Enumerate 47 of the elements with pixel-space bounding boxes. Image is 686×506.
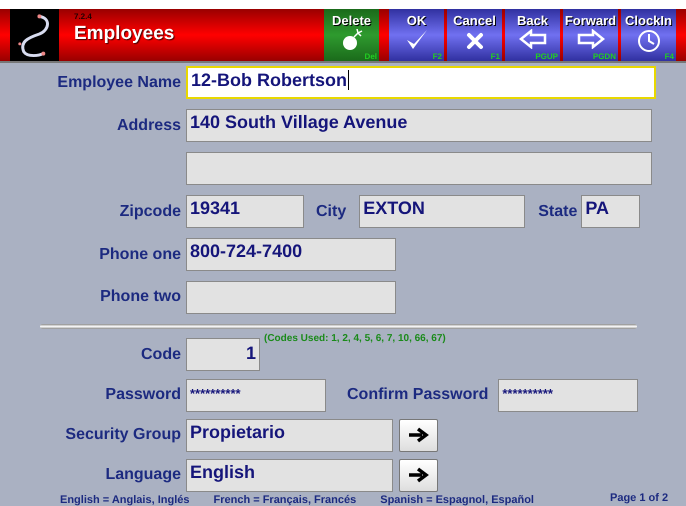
field-label: Phone one [98, 246, 182, 264]
field-label: Code [140, 346, 182, 364]
phone-field[interactable] [186, 280, 396, 314]
field-label: Address [116, 116, 182, 135]
field-label: Language [104, 466, 182, 484]
language-field[interactable]: English [186, 458, 393, 492]
codes-used-note: (Codes Used: 1, 2, 4, 5, 6, 7, 10, 66, 67) [264, 333, 446, 344]
select-button[interactable] [399, 458, 438, 492]
select-button[interactable] [399, 418, 438, 452]
address-field[interactable]: 140 South Village Avenue [186, 109, 652, 142]
cancel-button[interactable]: Cancel F1 [447, 9, 502, 61]
security-group-field[interactable]: Propietario [186, 418, 393, 452]
zipcode-field[interactable]: 19341 [186, 195, 304, 228]
clock-icon [636, 29, 660, 53]
phone-field[interactable]: 800-724-7400 [186, 238, 396, 272]
field-label: State [538, 202, 578, 221]
right-arrow-icon [408, 427, 430, 444]
field-label: City [316, 202, 346, 221]
logo-icon [10, 9, 59, 61]
field-label: Phone two [99, 288, 182, 306]
forward-button[interactable]: Forward PGDN [563, 9, 618, 61]
right-arrow-icon [576, 29, 604, 49]
password-field[interactable]: ********** [186, 378, 326, 412]
back-button[interactable]: Back PGUP [505, 9, 560, 61]
language-note: Spanish = Espagnol, Español [380, 494, 534, 506]
city-field[interactable]: EXTON [359, 195, 526, 228]
address-field[interactable] [186, 152, 652, 186]
language-note: English = Anglais, Inglés [60, 494, 190, 506]
code-field[interactable]: 1 [186, 338, 260, 372]
delete-button[interactable]: Delete Del [324, 9, 379, 61]
ok-button[interactable]: OK F2 [389, 9, 444, 61]
field-label: Employee Name [56, 74, 182, 92]
field-label: Password [104, 386, 182, 404]
field-label: Security Group [64, 426, 182, 444]
password-field[interactable]: ********** [498, 378, 638, 412]
clockin-button[interactable]: ClockIn F4 [621, 9, 676, 61]
employee-name-field[interactable]: 12-Bob Robertson [186, 66, 656, 100]
version-label: 7.2.4 [74, 12, 93, 21]
field-label: Zipcode [118, 202, 182, 221]
page-indicator: Page 1 of 2 [610, 492, 668, 504]
language-note: French = Français, Francés [213, 494, 356, 506]
left-arrow-icon [518, 29, 546, 49]
state-field[interactable]: PA [581, 195, 640, 228]
window-title: Employees [74, 23, 176, 45]
field-label: Confirm Password [347, 386, 488, 404]
checkmark-icon [404, 29, 428, 51]
right-arrow-icon [408, 467, 430, 484]
